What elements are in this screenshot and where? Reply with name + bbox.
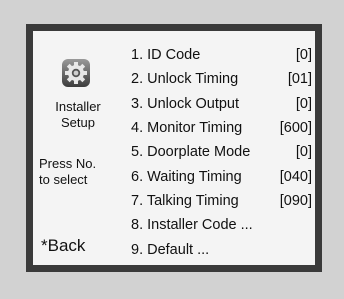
menu-item-monitor-timing[interactable]: 4. Monitor Timing [600] (131, 116, 313, 140)
menu-item-value: [040] (279, 168, 312, 185)
menu-item-label: 9. Default ... (131, 241, 210, 258)
left-pane: Installer Setup Press No. to select *Bac… (33, 31, 123, 265)
settings-menu: 1. ID Code [0] 2. Unlock Timing [01] 3. … (131, 43, 313, 262)
installer-setup-screen: Installer Setup Press No. to select *Bac… (33, 31, 315, 265)
menu-item-label: 2. Unlock Timing (131, 71, 239, 88)
menu-item-label: 7. Talking Timing (131, 192, 239, 209)
menu-item-id-code[interactable]: 1. ID Code [0] (131, 43, 313, 67)
menu-item-label: 8. Installer Code ... (131, 217, 253, 234)
gear-icon (62, 59, 90, 87)
device-background: Installer Setup Press No. to select *Bac… (0, 0, 344, 299)
screen-bezel: Installer Setup Press No. to select *Bac… (26, 24, 322, 272)
menu-item-label: 1. ID Code (131, 47, 201, 64)
menu-item-installer-code[interactable]: 8. Installer Code ... (131, 213, 313, 237)
menu-item-talking-timing[interactable]: 7. Talking Timing [090] (131, 189, 313, 213)
menu-item-value: [0] (295, 95, 312, 112)
back-button[interactable]: *Back (41, 236, 85, 256)
menu-item-label: 3. Unlock Output (131, 95, 239, 112)
menu-item-value: [0] (295, 144, 312, 161)
menu-item-value: [600] (279, 120, 312, 137)
menu-item-value: [01] (287, 71, 312, 88)
menu-item-label: 4. Monitor Timing (131, 120, 243, 137)
menu-item-label: 5. Doorplate Mode (131, 144, 251, 161)
press-number-hint: Press No. to select (39, 156, 97, 187)
installer-setup-label: Installer Setup (55, 99, 101, 130)
menu-item-label: 6. Waiting Timing (131, 168, 242, 185)
menu-item-waiting-timing[interactable]: 6. Waiting Timing [040] (131, 164, 313, 188)
menu-item-doorplate-mode[interactable]: 5. Doorplate Mode [0] (131, 140, 313, 164)
menu-item-unlock-output[interactable]: 3. Unlock Output [0] (131, 92, 313, 116)
menu-item-unlock-timing[interactable]: 2. Unlock Timing [01] (131, 67, 313, 91)
menu-item-default[interactable]: 9. Default ... (131, 237, 313, 261)
menu-item-value: [090] (279, 192, 312, 209)
menu-item-value: [0] (295, 47, 312, 64)
